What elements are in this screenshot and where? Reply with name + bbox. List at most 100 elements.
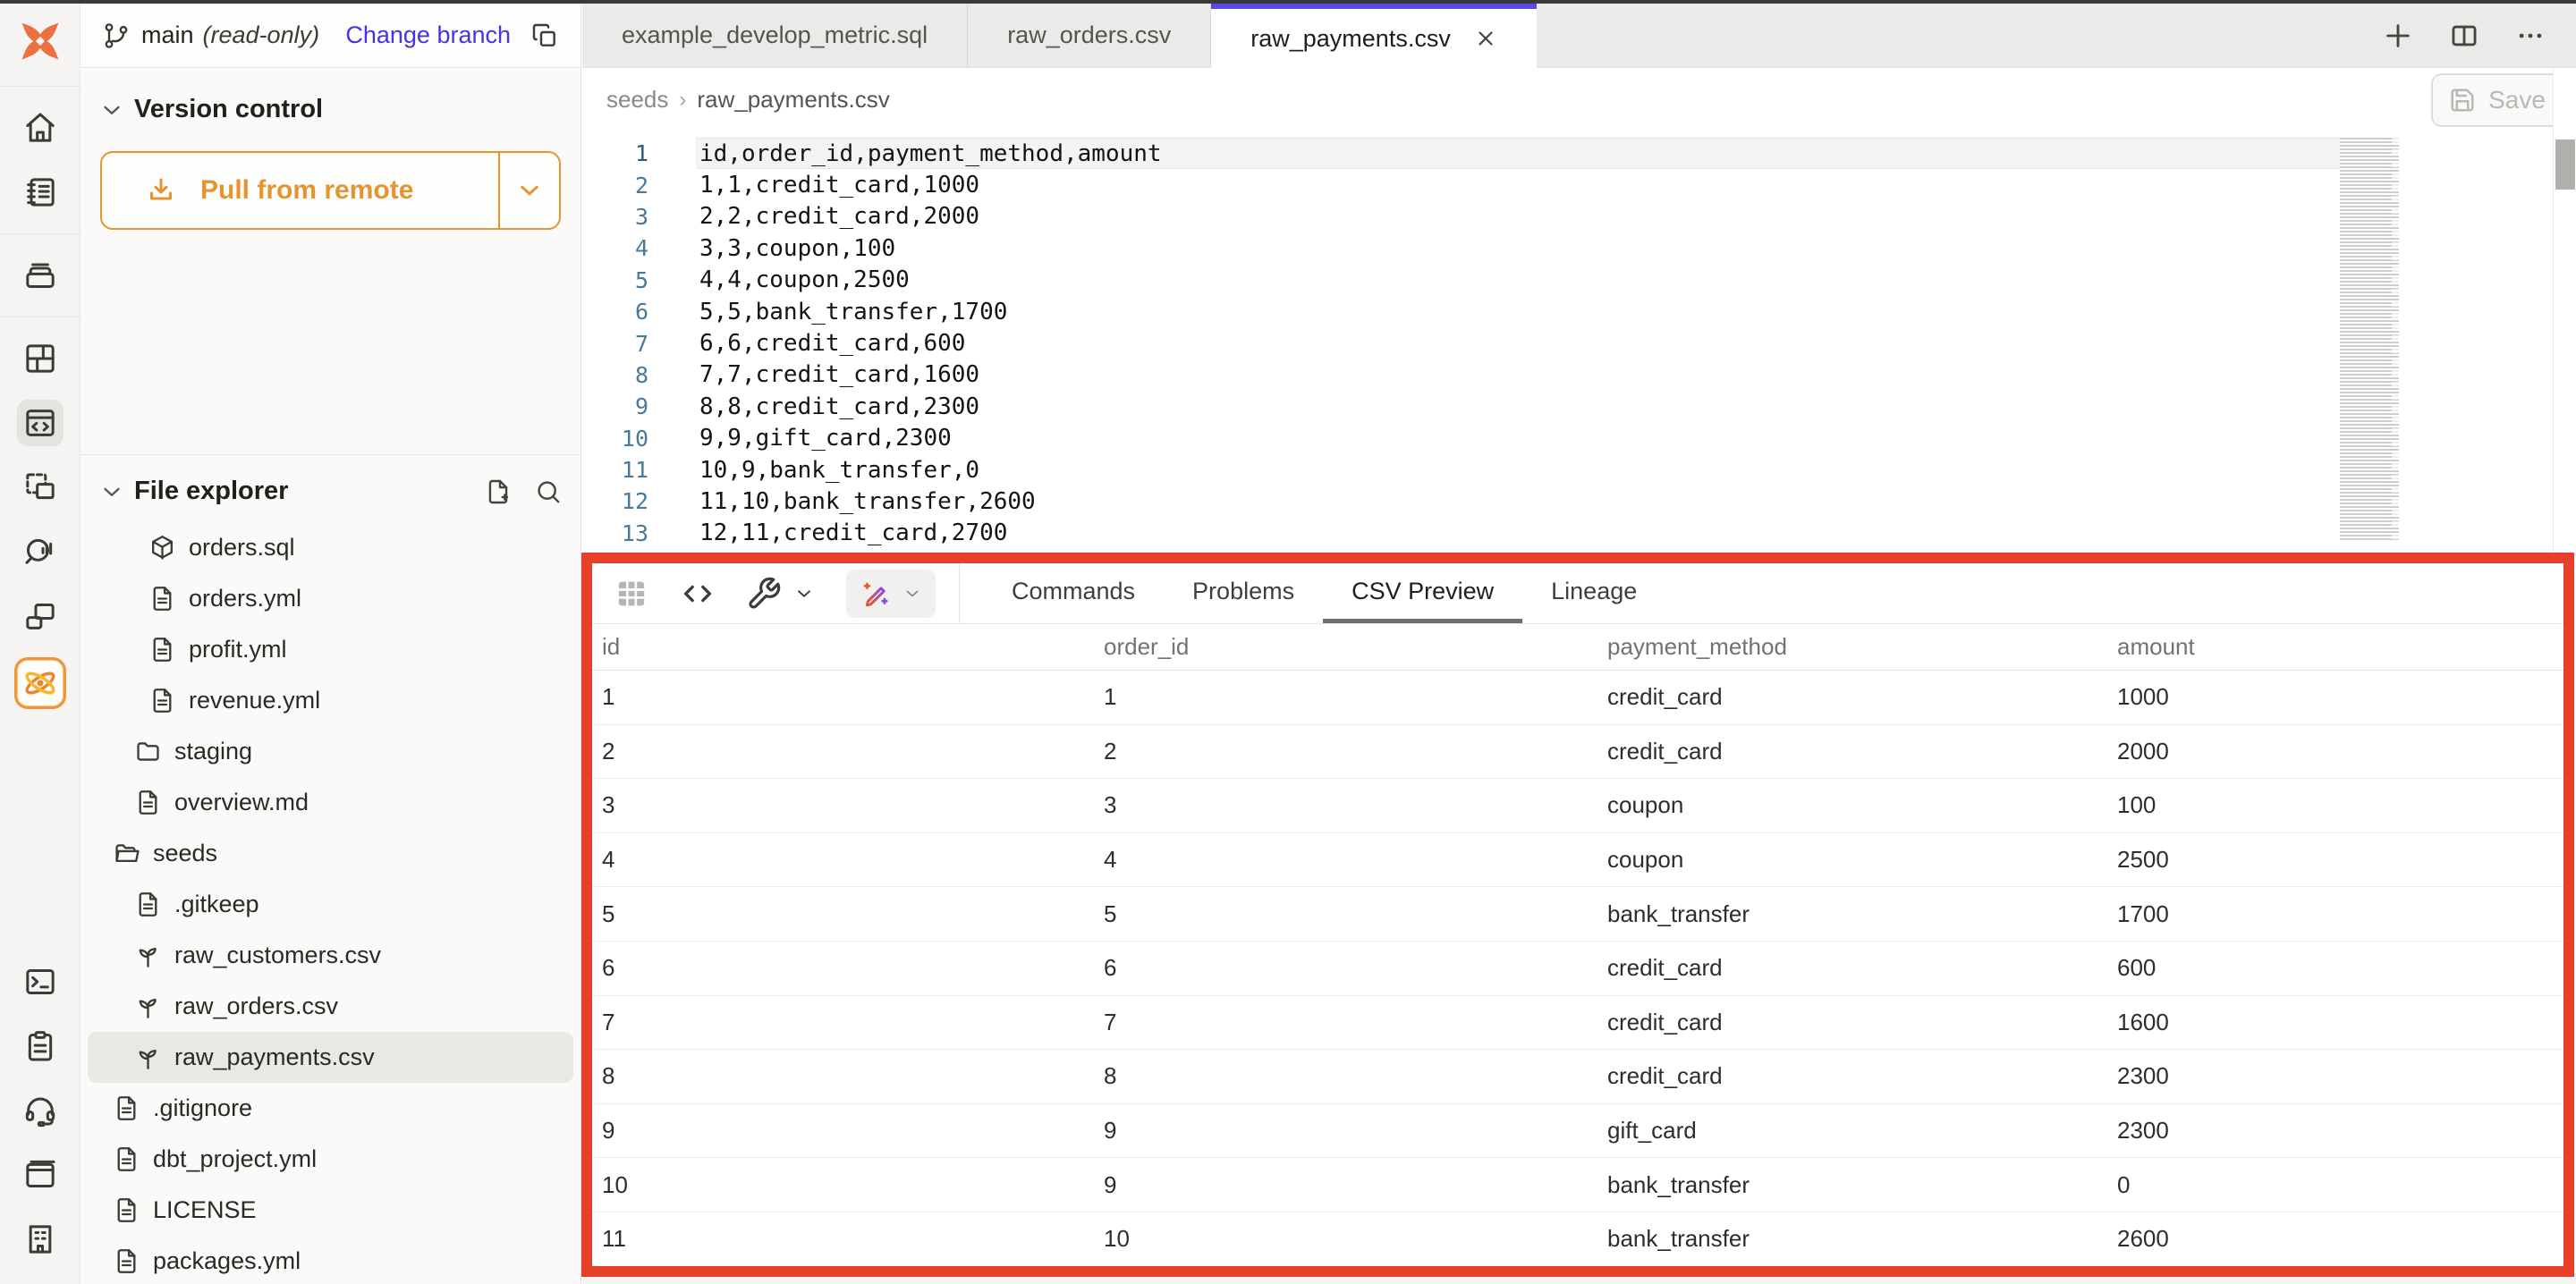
terminal-icon[interactable]: [17, 959, 64, 1005]
table-row: 109bank_transfer0: [592, 1158, 2563, 1212]
tab-csv-preview[interactable]: CSV Preview: [1323, 563, 1522, 623]
tab-problems[interactable]: Problems: [1164, 563, 1323, 623]
file-icon: [148, 585, 176, 612]
tab-lineage[interactable]: Lineage: [1522, 563, 1665, 623]
wrench-icon[interactable]: [746, 576, 782, 612]
tab-raw-payments[interactable]: raw_payments.csv: [1211, 4, 1537, 68]
table-row: 77credit_card1600: [592, 996, 2563, 1051]
column-header[interactable]: order_id: [1094, 633, 1597, 661]
tab-raw-orders[interactable]: raw_orders.csv: [968, 4, 1211, 67]
table-row: 66credit_card600: [592, 942, 2563, 996]
new-tab-icon[interactable]: [2383, 21, 2413, 51]
copy-icon[interactable]: [530, 21, 559, 50]
browser-icon[interactable]: [17, 1152, 64, 1198]
csv-preview-table: id order_id payment_method amount 11cred…: [592, 624, 2563, 1267]
split-editor-icon[interactable]: [2449, 21, 2479, 51]
column-header[interactable]: payment_method: [1597, 633, 2107, 661]
file-item[interactable]: overview.md: [88, 777, 573, 828]
notebook-icon[interactable]: [17, 169, 64, 215]
editor-tab-bar: example_develop_metric.sql raw_orders.cs…: [582, 4, 2576, 68]
file-item[interactable]: profit.yml: [88, 624, 573, 675]
seed-file-item[interactable]: raw_customers.csv: [88, 930, 573, 981]
file-icon: [148, 636, 176, 663]
code-line: 1110,9,bank_transfer,0: [582, 454, 2576, 486]
search-insights-icon[interactable]: [17, 528, 64, 575]
chevron-down-icon: [902, 583, 923, 604]
file-item[interactable]: dbt_project.yml: [88, 1134, 573, 1185]
table-row: 1110bank_transfer2600: [592, 1212, 2563, 1267]
file-icon: [113, 1247, 140, 1275]
column-header[interactable]: amount: [2107, 633, 2563, 661]
file-explorer-section: File explorer orders.sql orders.yml prof…: [80, 455, 580, 1284]
file-item[interactable]: revenue.yml: [88, 675, 573, 726]
scrollbar-thumb[interactable]: [2555, 139, 2575, 190]
folder-open-icon: [113, 840, 140, 867]
home-icon[interactable]: [17, 105, 64, 151]
search-icon[interactable]: [534, 477, 563, 506]
clipboard-icon[interactable]: [17, 1023, 64, 1069]
code-brackets-icon[interactable]: [680, 576, 716, 612]
file-item[interactable]: orders.sql: [88, 522, 573, 573]
file-item[interactable]: LICENSE: [88, 1185, 573, 1236]
breadcrumb-folder[interactable]: seeds: [606, 86, 668, 114]
tab-example-develop-metric[interactable]: example_develop_metric.sql: [582, 4, 968, 67]
code-editor-icon[interactable]: [17, 400, 64, 446]
table-row: 55bank_transfer1700: [592, 887, 2563, 942]
side-panel: main (read-only) Change branch Version c…: [80, 4, 581, 1284]
organization-icon[interactable]: [17, 1216, 64, 1263]
file-item[interactable]: .gitkeep: [88, 879, 573, 930]
editor-scrollbar[interactable]: [2553, 68, 2576, 553]
breadcrumb-separator: ›: [679, 88, 686, 113]
headset-icon[interactable]: [17, 1087, 64, 1134]
branch-mode: (read-only): [203, 21, 320, 49]
file-item[interactable]: packages.yml: [88, 1236, 573, 1284]
table-row: 22credit_card2000: [592, 725, 2563, 780]
branch-name: main: [141, 21, 194, 49]
file-icon: [113, 1145, 140, 1173]
version-control-section: Version control Pull from remote: [80, 68, 580, 455]
pull-button-label: Pull from remote: [200, 175, 413, 206]
chevron-down-icon[interactable]: [792, 582, 816, 605]
seed-icon: [134, 942, 162, 969]
main-area: example_develop_metric.sql raw_orders.cs…: [582, 4, 2576, 1284]
select-area-icon[interactable]: [17, 464, 64, 511]
file-icon: [148, 687, 176, 714]
table-grid-icon[interactable]: [614, 576, 649, 612]
more-options-icon[interactable]: [2515, 21, 2546, 51]
code-line: 1211,10,bank_transfer,2600: [582, 486, 2576, 517]
layout-grid-icon[interactable]: [17, 335, 64, 382]
breadcrumb-file: raw_payments.csv: [697, 86, 889, 114]
seed-file-item-selected[interactable]: raw_payments.csv: [88, 1032, 573, 1083]
pull-dropdown-toggle[interactable]: [498, 153, 559, 228]
new-file-icon[interactable]: [484, 477, 513, 506]
seed-icon: [134, 1043, 162, 1071]
file-icon: [113, 1094, 140, 1122]
code-lines[interactable]: 1id,order_id,payment_method,amount 21,1,…: [582, 138, 2576, 549]
file-item[interactable]: .gitignore: [88, 1083, 573, 1134]
archive-icon[interactable]: [17, 252, 64, 299]
version-control-title: Version control: [134, 95, 323, 124]
magic-fix-button[interactable]: [846, 570, 936, 618]
seed-file-item[interactable]: raw_orders.csv: [88, 981, 573, 1032]
minimap[interactable]: [2340, 138, 2399, 540]
pull-from-remote-button[interactable]: Pull from remote: [100, 151, 561, 230]
window-top-edge: [0, 0, 2576, 4]
file-icon: [134, 789, 162, 816]
code-line: 76,6,credit_card,600: [582, 327, 2576, 359]
folder-icon: [134, 738, 162, 765]
folder-item[interactable]: seeds: [88, 828, 573, 879]
chevron-down-icon[interactable]: [98, 97, 125, 123]
change-branch-link[interactable]: Change branch: [345, 21, 511, 49]
folder-item[interactable]: staging: [88, 726, 573, 777]
file-tree: orders.sql orders.yml profit.yml revenue…: [80, 522, 580, 1284]
windows-icon[interactable]: [17, 593, 64, 639]
dbt-logo[interactable]: [13, 14, 67, 68]
save-button[interactable]: Save: [2431, 73, 2563, 127]
breadcrumb: seeds › raw_payments.csv: [606, 86, 890, 114]
atom-extension-icon[interactable]: [14, 657, 66, 709]
column-header[interactable]: id: [592, 633, 1094, 661]
file-item[interactable]: orders.yml: [88, 573, 573, 624]
chevron-down-icon[interactable]: [98, 478, 125, 505]
close-icon[interactable]: [1474, 27, 1497, 50]
tab-commands[interactable]: Commands: [983, 563, 1164, 623]
